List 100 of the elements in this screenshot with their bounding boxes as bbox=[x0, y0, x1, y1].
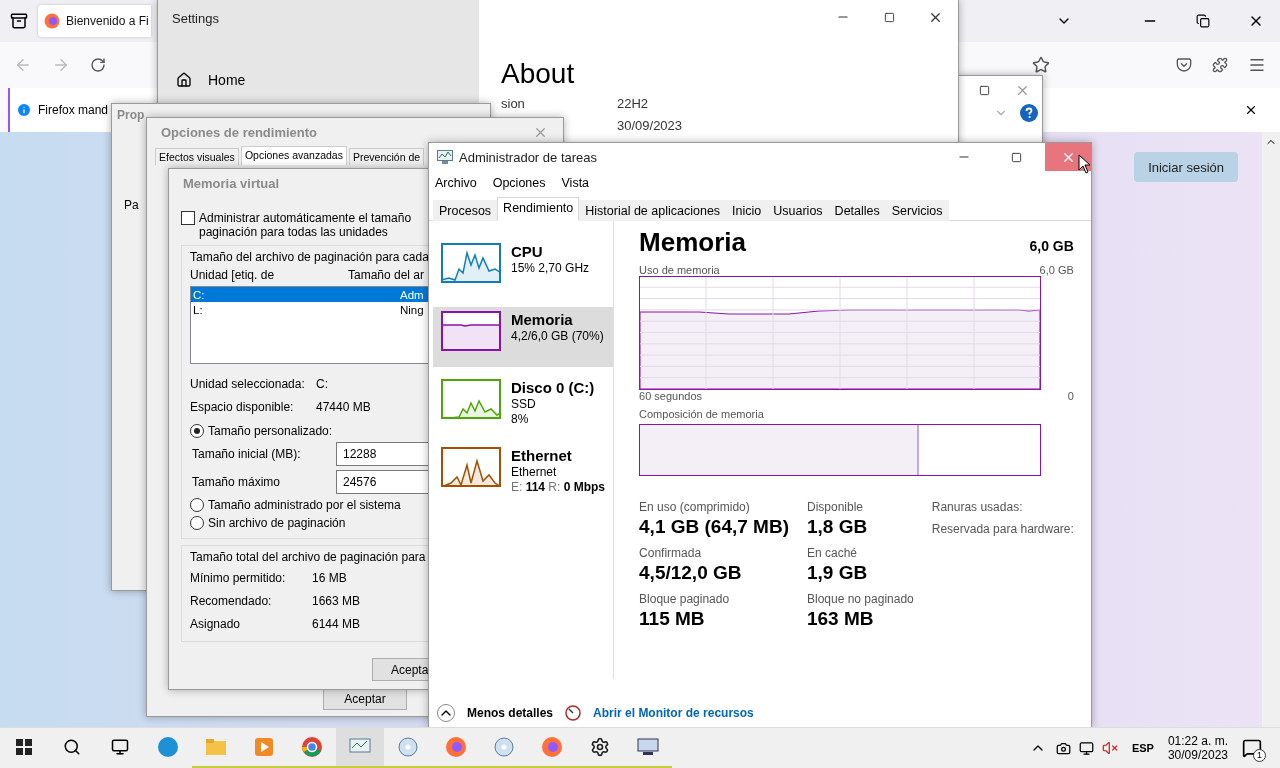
tab[interactable]: Prevención de bbox=[348, 148, 425, 165]
stat-label: Reservada para hardware: bbox=[931, 522, 1074, 536]
info-label: Asignado bbox=[190, 616, 242, 631]
tab[interactable]: Inicio bbox=[726, 200, 768, 221]
info-label: Unidad seleccionada: bbox=[190, 376, 306, 391]
stat-value: 115 MB bbox=[639, 608, 706, 630]
tab[interactable]: Rendimiento bbox=[497, 197, 580, 221]
radio-button[interactable] bbox=[190, 516, 204, 530]
menu-item[interactable]: Archivo bbox=[435, 176, 477, 190]
task-manager-icon bbox=[437, 150, 453, 164]
scrollbar[interactable] bbox=[1262, 132, 1280, 728]
clock[interactable]: 01:22 a. m. 30/09/2023 bbox=[1153, 734, 1242, 762]
info-value: 47440 MB bbox=[316, 399, 372, 414]
reload-icon[interactable] bbox=[90, 57, 106, 73]
graph-label: Composición de memoria bbox=[639, 408, 765, 420]
stat-value: 1,9 GB bbox=[807, 562, 869, 584]
menu-icon[interactable] bbox=[1248, 56, 1266, 74]
info-icon bbox=[16, 102, 32, 118]
less-details-link[interactable]: Menos detalles bbox=[467, 706, 554, 720]
help-icon[interactable] bbox=[1020, 104, 1038, 122]
stat-label: En caché bbox=[807, 546, 859, 560]
extensions-icon[interactable] bbox=[1212, 57, 1228, 73]
tab[interactable]: Procesos bbox=[433, 200, 498, 221]
info-label: Mínimo permitido: bbox=[190, 570, 287, 585]
input-field[interactable]: 24576 bbox=[336, 470, 430, 494]
page-heading: About bbox=[501, 58, 576, 90]
tab-list-icon[interactable] bbox=[10, 12, 28, 30]
section-label: Pa bbox=[124, 198, 139, 212]
radio-label: Sin archivo de paginación bbox=[208, 516, 346, 530]
window-title: Settings bbox=[172, 10, 219, 26]
resource-item[interactable]: Ethernet Ethernet E: 114 R: 0 Mbps bbox=[433, 443, 614, 503]
axis-label: 60 segundos bbox=[639, 390, 703, 402]
home-icon bbox=[176, 72, 192, 88]
info-value: 16 MB bbox=[312, 570, 348, 585]
resource-item[interactable]: Memoria 4,2/6,0 GB (70%) bbox=[433, 307, 614, 367]
tab[interactable]: Efectos visuales bbox=[155, 148, 239, 165]
field-label: Tamaño inicial (MB): bbox=[192, 447, 301, 461]
resource-item[interactable]: CPU 15% 2,70 GHz bbox=[433, 239, 614, 299]
field-label: Tamaño máximo bbox=[192, 475, 281, 489]
checkbox[interactable] bbox=[181, 211, 195, 225]
pocket-icon[interactable] bbox=[1176, 57, 1192, 73]
radio-button[interactable] bbox=[190, 424, 204, 438]
accept-button[interactable]: Acepta bbox=[372, 658, 430, 681]
list-row[interactable]: L: Ning bbox=[191, 302, 430, 317]
bookmark-star-icon[interactable] bbox=[1032, 56, 1050, 74]
cpu-graph-icon bbox=[441, 243, 501, 283]
group-title: Tamaño del archivo de paginación para cada bbox=[190, 250, 430, 264]
resource-monitor-link[interactable]: Abrir el Monitor de recursos bbox=[593, 706, 754, 720]
field-value: 22H2 bbox=[617, 96, 650, 113]
tab[interactable]: Usuarios bbox=[767, 200, 829, 221]
network-graph-icon bbox=[441, 447, 501, 487]
menu-item[interactable]: Vista bbox=[561, 176, 590, 190]
window-title: Opciones de rendimiento bbox=[161, 124, 318, 140]
info-value: C: bbox=[316, 376, 329, 391]
window-title: Administrador de tareas bbox=[459, 149, 597, 165]
list-row[interactable]: C: Adm bbox=[191, 287, 430, 302]
tab[interactable]: Opciones avanzadas bbox=[240, 146, 347, 165]
field-value: 30/09/2023 bbox=[617, 118, 684, 135]
tab[interactable]: Detalles bbox=[828, 200, 886, 221]
resource-item[interactable]: Disco 0 (C:) SSD 8% bbox=[433, 375, 614, 435]
camera-icon[interactable] bbox=[1055, 740, 1071, 756]
menu-item[interactable]: Opciones bbox=[492, 176, 546, 190]
window-title: Memoria virtual bbox=[183, 175, 280, 191]
close-icon[interactable] bbox=[1244, 103, 1258, 117]
sign-in-button[interactable]: Iniciar sesión bbox=[1134, 152, 1238, 182]
tab[interactable]: Historial de aplicaciones bbox=[579, 200, 727, 221]
stat-label: Confirmada bbox=[639, 546, 703, 560]
radio-label: Tamaño personalizado: bbox=[208, 424, 333, 438]
input-field[interactable]: 12288 bbox=[336, 442, 430, 466]
info-label: Recomendado: bbox=[190, 593, 273, 608]
section-title: Memoria bbox=[639, 227, 746, 258]
column-header: Tamaño del ar bbox=[348, 268, 426, 282]
stat-value: 1,8 GB bbox=[807, 516, 869, 538]
info-label: Espacio disponible: bbox=[190, 399, 295, 414]
info-value: 6144 MB bbox=[312, 616, 362, 631]
memory-graph-icon bbox=[441, 311, 501, 351]
notification-text: Firefox mand bbox=[38, 103, 109, 117]
checkbox-label: Administrar automáticamente el tamaño bbox=[199, 211, 412, 225]
notification-count: 1 bbox=[1253, 749, 1266, 762]
tab[interactable]: Servicios bbox=[885, 200, 949, 221]
stat-label: Bloque no paginado bbox=[807, 592, 914, 606]
restore-icon[interactable] bbox=[1196, 14, 1210, 28]
browser-tab[interactable]: Bienvenido a Fi bbox=[38, 5, 151, 37]
field-label: sion bbox=[501, 96, 525, 111]
volume-muted-icon[interactable] bbox=[1101, 740, 1118, 756]
column-header: Unidad [etiq. de bbox=[190, 268, 276, 282]
stat-label: Bloque paginado bbox=[639, 592, 731, 606]
stat-value: 4,1 GB (64,7 MB) bbox=[639, 516, 789, 538]
close-icon[interactable] bbox=[1045, 143, 1091, 171]
language-indicator[interactable]: ESP bbox=[1131, 742, 1154, 754]
nav-item[interactable]: Home bbox=[158, 36, 479, 88]
axis-label: 0 bbox=[1067, 390, 1074, 402]
stat-label: Ranuras usadas: bbox=[931, 500, 1024, 514]
axis-label: 6,0 GB bbox=[1039, 264, 1074, 276]
stat-value: 4,5/12,0 GB bbox=[639, 562, 743, 584]
graph-label: Uso de memoria bbox=[639, 264, 720, 276]
total-memory: 6,0 GB bbox=[1029, 238, 1074, 254]
resource-monitor-icon bbox=[565, 705, 582, 721]
radio-button[interactable] bbox=[190, 498, 204, 512]
stat-value: 163 MB bbox=[807, 608, 875, 630]
